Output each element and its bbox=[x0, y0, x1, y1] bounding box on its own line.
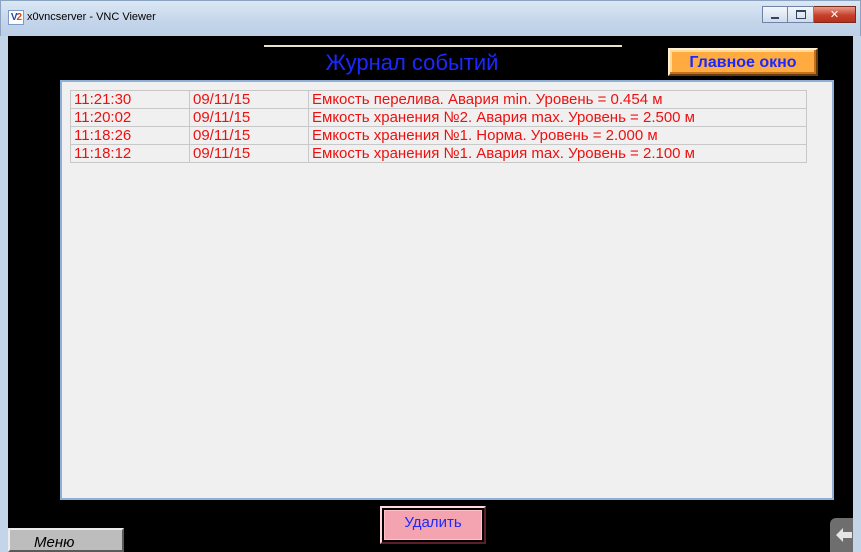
minimize-icon bbox=[771, 16, 779, 19]
log-message-cell: Емкость хранения №1. Норма. Уровень = 2.… bbox=[308, 126, 807, 145]
main-window-button[interactable]: Главное окно bbox=[668, 48, 818, 76]
log-message-cell: Емкость перелива. Авария min. Уровень = … bbox=[308, 90, 807, 109]
log-time-cell: 11:18:12 bbox=[70, 144, 190, 163]
log-row[interactable]: 11:21:30 09/11/15 Емкость перелива. Авария… bbox=[70, 90, 807, 109]
log-time-cell: 11:20:02 bbox=[70, 108, 190, 127]
window-controls: ✕ bbox=[762, 6, 856, 23]
log-date-cell: 09/11/15 bbox=[189, 144, 309, 163]
close-icon: ✕ bbox=[829, 8, 840, 21]
log-row[interactable]: 11:18:26 09/11/15 Емкость хранения №1. Нор… bbox=[70, 126, 807, 145]
log-row[interactable]: 11:20:02 09/11/15 Емкость хранения №2. Ава… bbox=[70, 108, 807, 127]
window-frame-left bbox=[0, 36, 8, 552]
log-date-cell: 09/11/15 bbox=[189, 108, 309, 127]
close-button[interactable]: ✕ bbox=[814, 6, 856, 23]
event-log-table: 11:21:30 09/11/15 Емкость перелива. Авария… bbox=[70, 90, 807, 163]
log-row[interactable]: 11:18:12 09/11/15 Емкость хранения №1. Ава… bbox=[70, 144, 807, 163]
maximize-icon bbox=[795, 10, 806, 19]
window-titlebar[interactable]: V2 x0vncserver - VNC Viewer ✕ bbox=[0, 0, 861, 36]
log-message-cell: Емкость хранения №2. Авария max. Уровень… bbox=[308, 108, 807, 127]
log-time-cell: 11:21:30 bbox=[70, 90, 190, 109]
back-button[interactable] bbox=[830, 518, 853, 552]
log-message-cell: Емкость хранения №1. Авария max. Уровень… bbox=[308, 144, 807, 163]
window-frame-right bbox=[853, 36, 861, 552]
window-title: x0vncserver - VNC Viewer bbox=[27, 11, 156, 23]
vnc-viewer-icon: V2 bbox=[8, 10, 24, 25]
maximize-button[interactable] bbox=[788, 6, 814, 23]
arrow-left-icon bbox=[836, 528, 852, 542]
menu-button[interactable]: Меню bbox=[8, 528, 124, 552]
minimize-button[interactable] bbox=[762, 6, 788, 23]
header-divider bbox=[264, 45, 622, 47]
log-date-cell: 09/11/15 bbox=[189, 126, 309, 145]
log-date-cell: 09/11/15 bbox=[189, 90, 309, 109]
page-title: Журнал событий bbox=[325, 50, 499, 75]
remote-screen[interactable]: Журнал событий Главное окно 11:21:30 09/1… bbox=[8, 36, 853, 552]
event-log-panel[interactable]: 11:21:30 09/11/15 Емкость перелива. Авария… bbox=[60, 80, 834, 500]
log-time-cell: 11:18:26 bbox=[70, 126, 190, 145]
delete-button[interactable]: Удалить bbox=[380, 506, 486, 544]
